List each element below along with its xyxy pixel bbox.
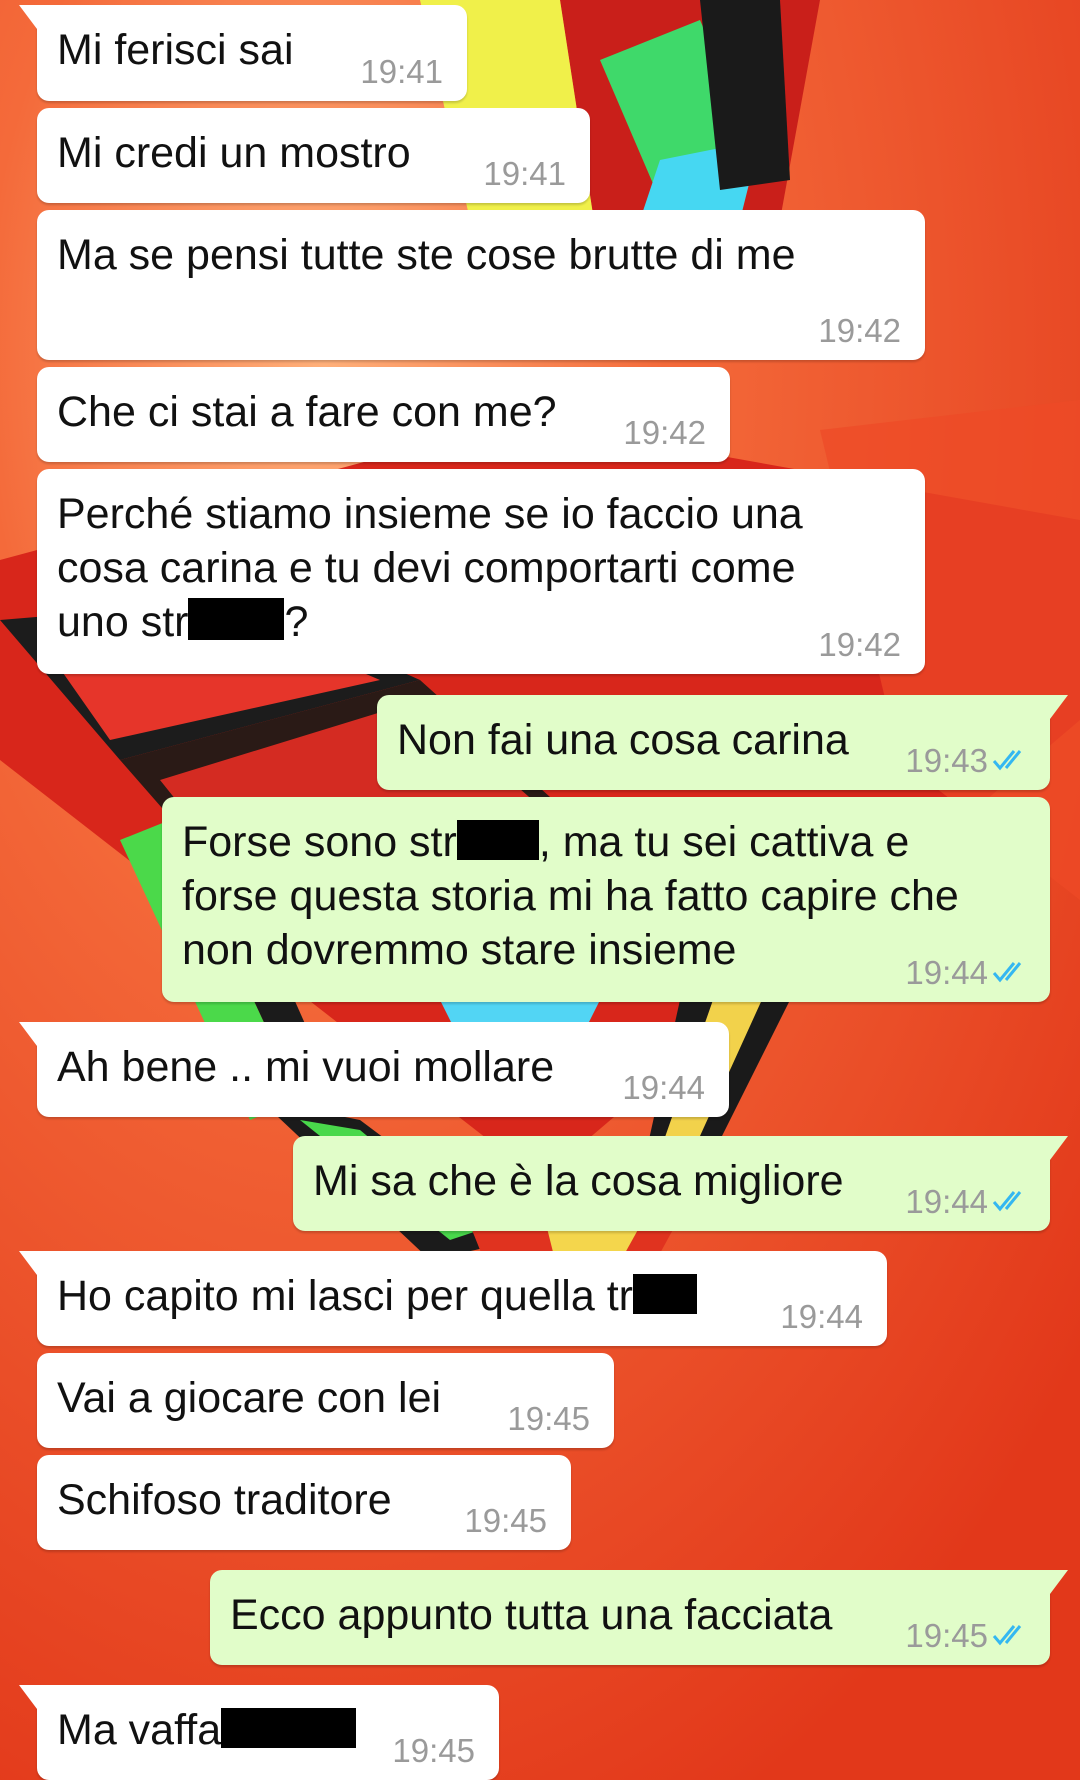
message-text: Ecco appunto tutta una facciata — [230, 1591, 833, 1639]
incoming-message[interactable]: Mi ferisci sai 19:41 — [19, 5, 467, 101]
message-line: cosa carina e tu devi comportarti come — [57, 544, 796, 592]
outgoing-message[interactable]: Forse sono str , ma tu sei cattiva e fors… — [162, 797, 1050, 1002]
message-text: Vai a giocare con lei — [57, 1374, 442, 1422]
message-text: Ma se pensi tutte ste cose brutte di me — [57, 231, 796, 279]
incoming-message[interactable]: Ah bene .. mi vuoi mollare 19:44 — [19, 1022, 729, 1117]
message-text: Che ci stai a fare con me? — [57, 388, 557, 436]
double-check-icon — [992, 750, 1022, 771]
message-fragment: Ho capito mi lasci per quella tr — [57, 1272, 633, 1320]
message-line: Forse sono str , ma tu sei cattiva e — [182, 815, 959, 869]
message-text: Ho capito mi lasci per quella tr — [57, 1269, 697, 1323]
incoming-message[interactable]: Mi credi un mostro 19:41 — [37, 108, 590, 203]
message-time: 19:44 — [905, 1183, 988, 1220]
redaction-box — [188, 598, 285, 640]
double-check-icon — [992, 1625, 1022, 1646]
message-time: 19:44 — [622, 1069, 705, 1106]
message-time: 19:42 — [623, 414, 706, 451]
message-time: 19:43 — [905, 742, 988, 779]
message-time: 19:45 — [507, 1400, 590, 1437]
message-time: 19:45 — [392, 1732, 475, 1769]
message-time: 19:42 — [818, 312, 901, 349]
message-fragment: uno str — [57, 598, 189, 646]
message-time: 19:41 — [483, 155, 566, 192]
message-text: Non fai una cosa carina — [397, 716, 849, 764]
message-fragment: Ma vaffa — [57, 1706, 222, 1754]
message-text: Mi ferisci sai — [57, 26, 294, 74]
message-line: forse questa storia mi ha fatto capire c… — [182, 872, 959, 920]
message-text: Schifoso traditore — [57, 1476, 392, 1524]
message-fragment: ? — [284, 598, 309, 646]
double-check-icon — [992, 962, 1022, 983]
incoming-message[interactable]: Schifoso traditore 19:45 — [37, 1455, 571, 1550]
outgoing-message[interactable]: Ecco appunto tutta una facciata 19:45 — [210, 1570, 1068, 1665]
message-fragment: , ma tu sei cattiva e — [538, 818, 910, 866]
message-time: 19:45 — [464, 1502, 547, 1539]
incoming-message[interactable]: Ma se pensi tutte ste cose brutte di me … — [37, 210, 925, 360]
incoming-message[interactable]: Ma vaffa 19:45 — [19, 1685, 499, 1780]
redaction-box — [456, 820, 539, 860]
message-text: Ah bene .. mi vuoi mollare — [57, 1043, 555, 1091]
message-text: Forse sono str , ma tu sei cattiva e fors… — [182, 815, 959, 977]
message-text: Perché stiamo insieme se io faccio una c… — [57, 487, 803, 649]
message-text: Ma vaffa — [57, 1703, 357, 1757]
message-time: 19:42 — [818, 626, 901, 663]
message-time: 19:44 — [905, 954, 988, 991]
message-time: 19:41 — [360, 53, 443, 90]
redaction-box — [632, 1274, 697, 1314]
message-time: 19:45 — [905, 1617, 988, 1654]
message-time: 19:44 — [780, 1298, 863, 1335]
message-line: non dovremmo stare insieme — [182, 926, 737, 974]
outgoing-message[interactable]: Mi sa che è la cosa migliore 19:44 — [293, 1136, 1068, 1231]
incoming-message[interactable]: Vai a giocare con lei 19:45 — [37, 1353, 614, 1448]
double-check-icon — [992, 1191, 1022, 1212]
outgoing-message[interactable]: Non fai una cosa carina 19:43 — [377, 695, 1068, 790]
redaction-box — [221, 1708, 357, 1748]
incoming-message[interactable]: Perché stiamo insieme se io faccio una c… — [37, 469, 925, 674]
message-text: Mi sa che è la cosa migliore — [313, 1157, 844, 1205]
message-fragment: Forse sono str — [182, 818, 457, 866]
message-text: Mi credi un mostro — [57, 129, 411, 177]
message-line: uno str? — [57, 595, 803, 649]
message-line: Perché stiamo insieme se io faccio una — [57, 490, 803, 538]
incoming-message[interactable]: Ho capito mi lasci per quella tr 19:44 — [19, 1251, 887, 1346]
incoming-message[interactable]: Che ci stai a fare con me? 19:42 — [37, 367, 730, 462]
